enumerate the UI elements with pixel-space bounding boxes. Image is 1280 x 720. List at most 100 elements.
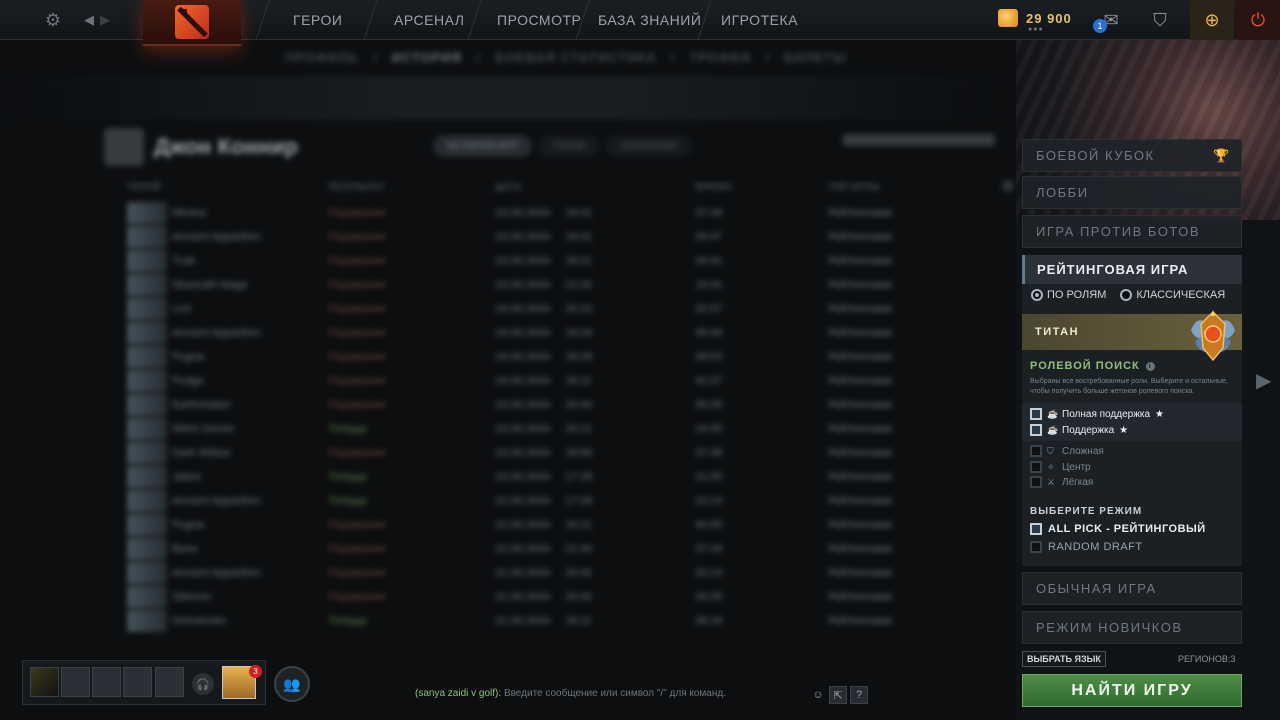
dota-plus-button[interactable]: ⊕	[1190, 0, 1234, 40]
ranked-game-header[interactable]: РЕЙТИНГОВАЯ ИГРА	[1022, 255, 1242, 284]
party-slot-empty[interactable]	[155, 667, 184, 697]
table-row[interactable]: Lich Поражение 24.09.2024 20:23 32:57 Рейтинг…	[127, 298, 1007, 322]
table-row[interactable]: Grimstroke Победа 21.09.2024 18:11 38:24 Рейт…	[127, 610, 1007, 634]
new-player-mode-button[interactable]: РЕЖИМ НОВИЧКОВ	[1022, 611, 1242, 644]
info-icon[interactable]: i	[1145, 361, 1155, 371]
profile-history-view: ПРОФИЛЬ / ИСТОРИЯ / БОЕВАЯ СТАТИСТИКА / …	[0, 40, 1016, 660]
cell-time: 18:11	[565, 615, 592, 627]
table-row[interactable]: Pugna Поражение 22.09.2024 16:21 40:05 Рейтин…	[127, 514, 1007, 538]
cell-hero: Witch Doctor	[172, 423, 235, 435]
cell-result: Поражение	[328, 207, 387, 219]
subnav-tickets[interactable]: БИЛЕТЫ	[784, 50, 847, 65]
back-arrow-icon[interactable]: ◀	[82, 0, 96, 40]
normal-game-button[interactable]: ОБЫЧНАЯ ИГРА	[1022, 572, 1242, 605]
party-slot-empty[interactable]	[123, 667, 152, 697]
party-slot-empty[interactable]	[61, 667, 90, 697]
cell-result: Поражение	[328, 543, 387, 555]
table-row[interactable]: Witch Doctor Победа 23.09.2024 20:12 24:45 Ре…	[127, 418, 1007, 442]
player-avatar[interactable]	[104, 128, 144, 166]
help-icon[interactable]: ?	[850, 686, 868, 704]
nav-arsenal[interactable]: АРСЕНАЛ	[394, 0, 464, 40]
cell-result: Поражение	[328, 591, 387, 603]
cell-time: 18:11	[565, 375, 592, 387]
nav-arcade[interactable]: ИГРОТЕКА	[721, 0, 798, 40]
role-mid[interactable]: ✧ Центр	[1030, 460, 1091, 474]
nav-knowledge-base[interactable]: БАЗА ЗНАНИЙ	[598, 0, 701, 40]
radio-selected-icon	[1031, 289, 1043, 301]
role-hard-support[interactable]: ☕ Полная поддержка ★	[1030, 407, 1164, 421]
table-row[interactable]: Dark Willow Поражение 23.09.2024 18:56 37:38…	[127, 442, 1007, 466]
table-scroll-indicator[interactable]	[1002, 180, 1014, 192]
quit-button[interactable]: ⏻	[1236, 0, 1280, 40]
role-offlane[interactable]: ⛉ Сложная	[1030, 444, 1104, 458]
expand-panel-arrow-icon[interactable]: ▶	[1256, 368, 1271, 393]
find-match-button[interactable]: НАЙТИ ИГРУ	[1022, 674, 1242, 707]
regions-selector[interactable]: РЕГИОНОВ:3	[1178, 654, 1235, 664]
armory-icon[interactable]: ⛉	[1148, 0, 1172, 40]
nav-heroes[interactable]: ГЕРОИ	[293, 0, 342, 40]
chat-popout-icon[interactable]: ⇱	[829, 686, 847, 704]
col-date[interactable]: ДАТА	[495, 182, 522, 193]
table-row[interactable]: Bane Поражение 22.09.2024 21:44 37:24 Рейтинг…	[127, 538, 1007, 562]
mode-random-draft[interactable]: RANDOM DRAFT	[1030, 541, 1143, 553]
cell-result: Поражение	[328, 279, 387, 291]
col-result[interactable]: РЕЗУЛЬТАТ	[328, 182, 385, 193]
table-row[interactable]: Pugna Поражение 24.09.2024 18:29 28:53 Рейтин…	[127, 346, 1007, 370]
table-row[interactable]: Ancient Apparition Победа 22.09.2024 17:26 2…	[127, 490, 1007, 514]
party-slot-empty[interactable]	[92, 667, 121, 697]
cell-result: Поражение	[328, 327, 387, 339]
subnav-profile[interactable]: ПРОФИЛЬ	[285, 50, 359, 65]
table-row[interactable]: Pudge Поражение 24.09.2024 18:11 41:07 Рейтин…	[127, 370, 1007, 394]
hero-portrait-icon	[127, 298, 167, 320]
bot-match-button[interactable]: ИГРА ПРОТИВ БОТОВ	[1022, 215, 1242, 248]
table-row[interactable]: Ancient Apparition Поражение 23.09.2024 19:…	[127, 226, 1007, 250]
col-game-type[interactable]: ТИП ИГРЫ	[828, 182, 881, 193]
cell-result: Победа	[328, 423, 367, 435]
cell-date: 22.09.2024	[495, 543, 551, 555]
battle-cup-button[interactable]: БОЕВОЙ КУБОК 🏆	[1022, 139, 1242, 172]
forward-arrow-icon[interactable]: ▶	[98, 0, 112, 40]
cell-hero: Earthshaker	[172, 399, 232, 411]
settings-gear-icon[interactable]: ⚙	[40, 0, 66, 40]
lobby-button[interactable]: ЛОББИ	[1022, 176, 1242, 209]
table-row[interactable]: Mirana Поражение 23.09.2024 19:41 37:34 Рейти…	[127, 202, 1007, 226]
chat-channel: (sanya zaidi v golf):	[415, 688, 502, 699]
tab-heroes[interactable]: ГЕРОИ	[537, 135, 600, 157]
table-row[interactable]: Jakiro Победа 23.09.2024 17:28 31:55 Рейтинго…	[127, 466, 1007, 490]
subnav-trophies[interactable]: ТРОФЕИ	[689, 50, 751, 65]
cell-game-type: Рейтинговая	[828, 207, 893, 219]
queue-classic-radio[interactable]: КЛАССИЧЕСКАЯ	[1120, 289, 1225, 301]
friends-group-icon[interactable]: 👥	[274, 666, 310, 702]
emoji-icon[interactable]: ☺	[809, 686, 827, 704]
table-row[interactable]: Silencer Поражение 21.09.2024 20:02 33:35 Рей…	[127, 586, 1007, 610]
gold-balance[interactable]: 29 900	[998, 9, 1072, 27]
cell-duration: 38:24	[695, 615, 723, 627]
nav-watch[interactable]: ПРОСМОТР	[497, 0, 581, 40]
rank-tier-label: ТИТАН	[1035, 326, 1080, 338]
col-duration[interactable]: ВРЕМЯ	[695, 182, 731, 193]
tab-allies[interactable]: СОЮЗНИКИ	[605, 135, 692, 157]
hero-portrait-icon	[127, 322, 167, 344]
tab-match-history[interactable]: ИСТОРИЯ ИГР	[433, 135, 532, 157]
select-language-button[interactable]: ВЫБРАТЬ ЯЗЫК	[1022, 651, 1106, 667]
table-row[interactable]: Earthshaker Поражение 23.09.2024 20:44 35:35…	[127, 394, 1007, 418]
subnav-battle-stats[interactable]: БОЕВАЯ СТАТИСТИКА	[495, 50, 657, 65]
cell-result: Поражение	[328, 399, 387, 411]
col-hero[interactable]: ГЕРОЙ	[127, 182, 161, 193]
mode-all-pick-ranked[interactable]: ALL PICK - РЕЙТИНГОВЫЙ	[1030, 523, 1206, 535]
table-row[interactable]: Tusk Поражение 23.09.2024 18:21 34:41 Рейтинг…	[127, 250, 1007, 274]
table-row[interactable]: Ancient Apparition Поражение 21.09.2024 20:…	[127, 562, 1007, 586]
party-slot-self[interactable]	[30, 667, 59, 697]
role-safelane[interactable]: ⚔ Лёгкая	[1030, 475, 1093, 489]
mode-select-title: ВЫБЕРИТЕ РЕЖИМ	[1030, 506, 1143, 517]
queue-roles-radio[interactable]: ПО РОЛЯМ	[1031, 289, 1106, 301]
table-row[interactable]: Skywrath Mage Поражение 23.09.2024 21:02 15:…	[127, 274, 1007, 298]
cell-result: Поражение	[328, 351, 387, 363]
role-support[interactable]: ☕ Поддержка ★	[1030, 423, 1128, 437]
subnav-history[interactable]: ИСТОРИЯ	[392, 50, 463, 65]
table-row[interactable]: Ancient Apparition Поражение 24.09.2024 19:…	[127, 322, 1007, 346]
queue-type-selector: ПО РОЛЯМ КЛАССИЧЕСКАЯ	[1031, 289, 1225, 301]
chat-input[interactable]: (sanya zaidi v golf): Введите сообщение …	[415, 688, 726, 699]
voice-chat-headset-icon[interactable]: 🎧	[192, 673, 214, 695]
hero-portrait-icon	[127, 610, 167, 632]
